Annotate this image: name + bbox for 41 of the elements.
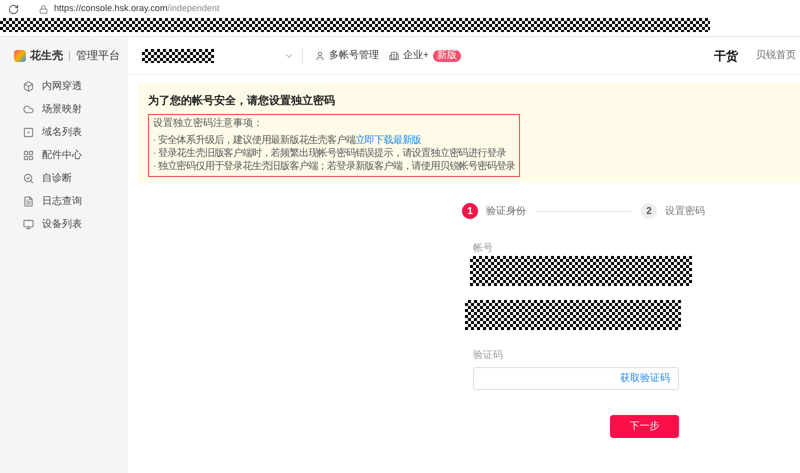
document-icon	[23, 196, 34, 207]
sidebar-item[interactable]: 日志查询	[0, 190, 128, 213]
step-label: 验证身份	[486, 204, 526, 218]
logo-icon	[14, 50, 26, 62]
brand-subtitle: 管理平台	[76, 48, 120, 64]
brand-name: 花生壳	[30, 48, 63, 64]
notice-line: · 安全体系升级后，建议使用最新版花生壳客户端立即下载最新版	[153, 134, 422, 146]
sidebar-item[interactable]: 域名列表	[0, 121, 128, 144]
cloud-icon	[23, 104, 34, 115]
sidebar-item[interactable]: 配件中心	[0, 144, 128, 167]
url-text[interactable]: https://console.hsk.oray.com/independent	[54, 2, 220, 16]
square-icon	[23, 127, 34, 138]
notice-line: · 独立密码仅用于登录花生壳旧版客户端；若登录新版客户端，请使用贝锐帐号密码登录	[153, 160, 516, 172]
grid-icon	[23, 150, 34, 161]
sidebar-item[interactable]: 内网穿透	[0, 75, 128, 98]
user-icon	[315, 50, 325, 60]
code-field[interactable]: 获取验证码	[473, 367, 679, 390]
get-code-button[interactable]: 获取验证码	[620, 371, 670, 386]
magnifier-icon	[23, 173, 34, 184]
redacted-block	[142, 48, 214, 62]
multi-account-link[interactable]: 多帐号管理	[329, 48, 379, 63]
step-label: 设置密码	[665, 204, 705, 218]
notice-title: 为了您的帐号安全，请您设置独立密码	[148, 94, 336, 109]
building-icon	[389, 50, 399, 60]
monitor-icon	[23, 219, 34, 230]
code-label: 验证码	[473, 349, 504, 363]
download-link[interactable]: 立即下载最新版	[355, 134, 422, 146]
lock-icon	[39, 4, 48, 14]
reload-icon[interactable]	[8, 4, 19, 14]
sidebar-item[interactable]: 设备列表	[0, 213, 128, 236]
notice-line: · 登录花生壳旧版客户端时，若频繁出现帐号密码错误提示，请设置独立密码进行登录	[153, 148, 507, 160]
next-button[interactable]: 下一步	[610, 415, 679, 438]
home-link[interactable]: 贝锐首页	[756, 48, 796, 63]
enterprise-link[interactable]: 企业+	[403, 48, 429, 63]
account-label: 帐号	[473, 242, 494, 256]
sidebar-item[interactable]: 自诊断	[0, 167, 128, 190]
notice-heading: 设置独立密码注意事项：	[153, 118, 264, 130]
sidebar-item[interactable]: 场景映射	[0, 98, 128, 121]
cube-icon	[23, 81, 34, 92]
logo-text: 干货	[714, 48, 738, 64]
new-badge: 新版	[432, 50, 461, 62]
